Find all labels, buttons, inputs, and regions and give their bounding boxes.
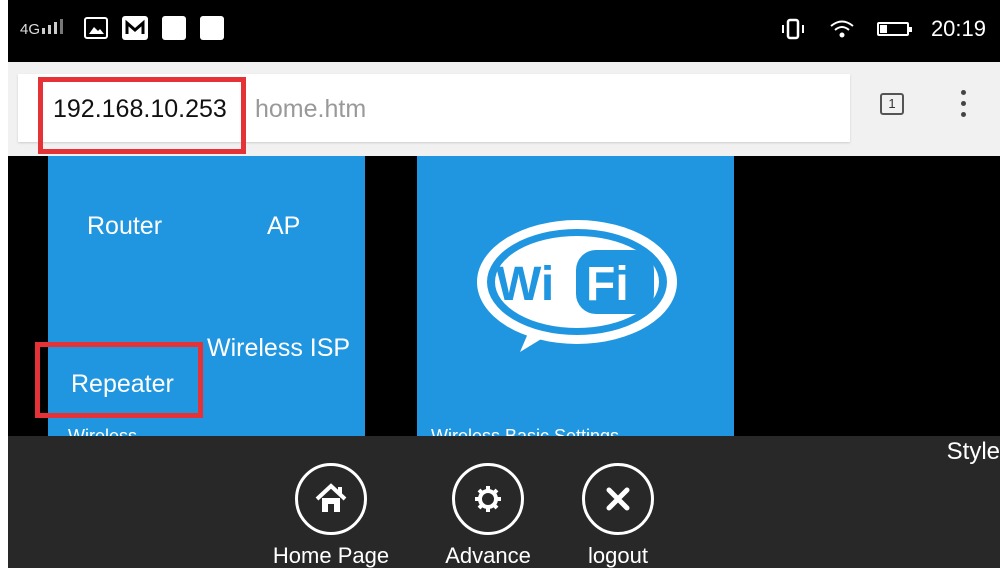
repeater-highlight-box [35, 342, 203, 418]
wifi-logo-right: Fi [586, 258, 629, 311]
logout-button[interactable]: logout [543, 463, 693, 568]
advance-label: Advance [445, 543, 531, 568]
overflow-menu-icon[interactable] [958, 90, 968, 124]
mode-ap[interactable]: AP [267, 212, 300, 241]
wifi-logo-icon: Wi Fi [477, 220, 677, 352]
tab-switcher-button[interactable]: 1 [880, 93, 904, 115]
url-path: home.htm [255, 95, 367, 123]
home-page-button[interactable]: Home Page [256, 463, 406, 568]
browser-toolbar: 192.168.10.253 home.htm 1 [8, 62, 1000, 156]
style-button[interactable]: Style [947, 438, 1000, 466]
clock: 20:19 [930, 16, 986, 41]
close-icon [582, 463, 654, 535]
status-bar-right: 20:19 [779, 16, 986, 42]
status-bar: 4G 20:19 [8, 0, 1000, 62]
phone-screen: 4G 20:19 192.168.10.253 home.htm 1 Route… [8, 0, 1000, 568]
signal-icon [42, 19, 64, 34]
wifi-icon [830, 20, 854, 38]
gear-icon [452, 463, 524, 535]
gallery-icon [84, 17, 109, 39]
notification-icon [162, 16, 187, 40]
wireless-settings-tile[interactable]: Wi Fi Wireless Basic Settings [417, 156, 734, 436]
status-bar-left: 4G [20, 16, 225, 40]
url-highlight-box [38, 77, 246, 154]
tile-caption: Wireless [68, 426, 138, 436]
mode-wireless-isp[interactable]: Wireless ISP [207, 334, 350, 363]
network-indicator: 4G [20, 18, 70, 38]
battery-icon [876, 22, 912, 36]
notification-icon [200, 16, 225, 40]
wifi-logo-left: Wi [496, 258, 554, 311]
page-content: Router AP Wireless ISP Repeater Wireless… [8, 156, 1000, 436]
address-bar[interactable]: 192.168.10.253 home.htm [18, 74, 850, 154]
logout-label: logout [588, 543, 648, 568]
advance-button[interactable]: Advance [413, 463, 563, 568]
home-icon [295, 463, 367, 535]
bottom-nav-bar: Home Page Advance logout Style [8, 436, 1000, 568]
operation-mode-tile[interactable]: Router AP Wireless ISP Repeater Wireless [35, 156, 365, 436]
vibrate-icon [781, 18, 804, 40]
mail-icon [122, 16, 149, 40]
home-page-label: Home Page [272, 543, 390, 568]
network-type: 4G [20, 21, 41, 38]
tile-caption: Wireless Basic Settings [431, 426, 620, 436]
mode-router[interactable]: Router [87, 212, 162, 241]
